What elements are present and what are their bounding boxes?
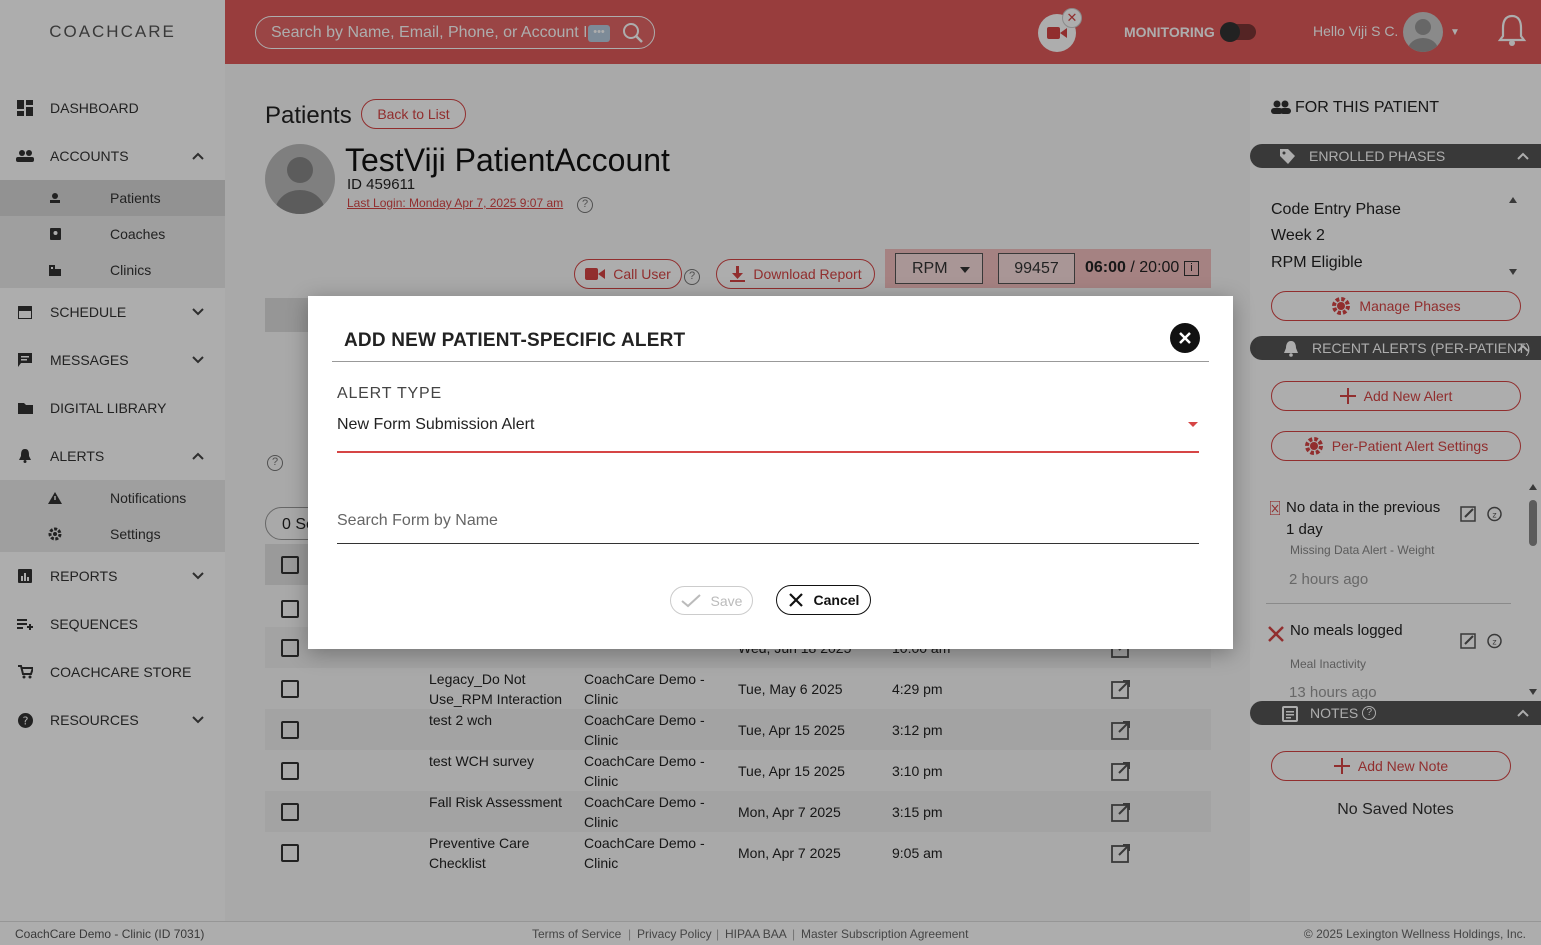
dialog-divider <box>332 361 1209 362</box>
alert-type-underline <box>337 451 1199 453</box>
close-button[interactable] <box>1170 323 1200 353</box>
alert-type-label: ALERT TYPE <box>337 385 442 402</box>
check-icon <box>680 593 701 607</box>
close-icon <box>788 593 803 607</box>
caret-down-icon[interactable] <box>1188 422 1198 427</box>
dialog-title: ADD NEW PATIENT-SPECIFIC ALERT <box>344 330 686 351</box>
cancel-button[interactable]: Cancel <box>776 585 871 615</box>
search-form-input[interactable] <box>337 504 1199 544</box>
save-label: Save <box>710 592 743 609</box>
save-button[interactable]: Save <box>670 586 753 615</box>
cancel-label: Cancel <box>813 592 860 608</box>
close-icon <box>1179 332 1191 344</box>
add-alert-dialog: ADD NEW PATIENT-SPECIFIC ALERT ALERT TYP… <box>308 296 1233 649</box>
alert-type-select[interactable]: New Form Submission Alert <box>337 416 534 434</box>
